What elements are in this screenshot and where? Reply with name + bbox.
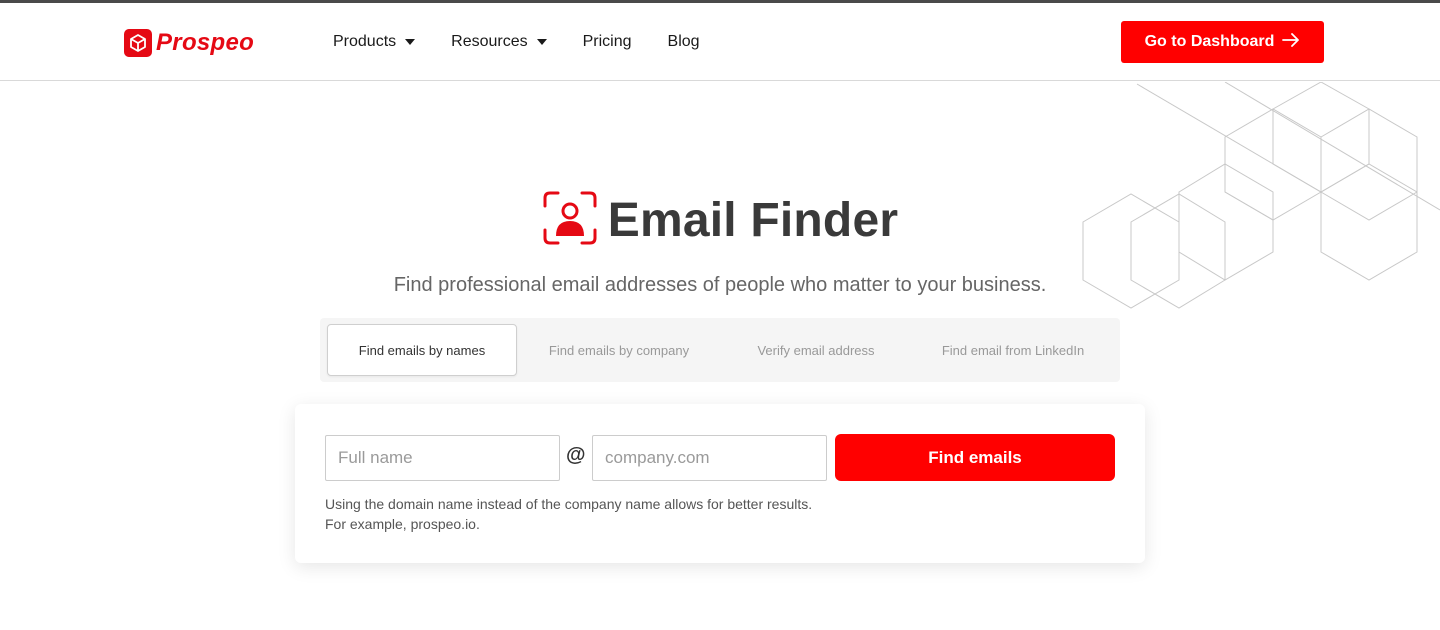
page-title: Email Finder [607, 194, 899, 247]
company-domain-input[interactable] [592, 435, 827, 481]
go-to-dashboard-button[interactable]: Go to Dashboard [1121, 21, 1324, 63]
search-form-card: @ Find emails Using the domain name inst… [295, 404, 1145, 563]
main-menu: Products Resources Pricing Blog [333, 3, 736, 81]
logo[interactable]: Prospeo [124, 29, 254, 57]
caret-down-icon [405, 39, 416, 45]
tab-find-by-company[interactable]: Find emails by company [524, 324, 714, 376]
hint-line: Using the domain name instead of the com… [325, 496, 813, 512]
dashboard-button-label: Go to Dashboard [1144, 33, 1275, 50]
find-emails-button[interactable]: Find emails [835, 434, 1115, 481]
menu-item-label: Products [333, 33, 397, 50]
brand-name: Prospeo [156, 29, 255, 56]
at-symbol: @ [566, 444, 586, 466]
search-mode-tabs: Find emails by names Find emails by comp… [320, 318, 1120, 382]
hint-line: For example, prospeo.io. [325, 516, 480, 532]
menu-item-products[interactable]: Products [333, 33, 416, 51]
tab-verify-email[interactable]: Verify email address [721, 324, 911, 376]
menu-item-label: Pricing [582, 33, 632, 50]
menu-item-pricing[interactable]: Pricing [583, 33, 632, 51]
menu-item-blog[interactable]: Blog [668, 33, 700, 51]
caret-down-icon [536, 39, 547, 45]
person-focus-icon [542, 190, 598, 251]
cube-logo-icon [124, 29, 152, 57]
hero-title-row: Email Finder [0, 190, 1440, 251]
page-subtitle: Find professional email addresses of peo… [393, 274, 1047, 296]
menu-item-resources[interactable]: Resources [451, 33, 547, 51]
arrow-right-icon [1282, 32, 1300, 52]
form-hint: Using the domain name instead of the com… [325, 494, 812, 534]
menu-item-label: Resources [451, 33, 528, 50]
top-navigation: Prospeo Products Resources Pricing Blog … [0, 3, 1440, 81]
tab-find-by-names[interactable]: Find emails by names [327, 324, 517, 376]
tab-find-from-linkedin[interactable]: Find email from LinkedIn [918, 324, 1108, 376]
menu-item-label: Blog [667, 33, 700, 50]
full-name-input[interactable] [325, 435, 560, 481]
